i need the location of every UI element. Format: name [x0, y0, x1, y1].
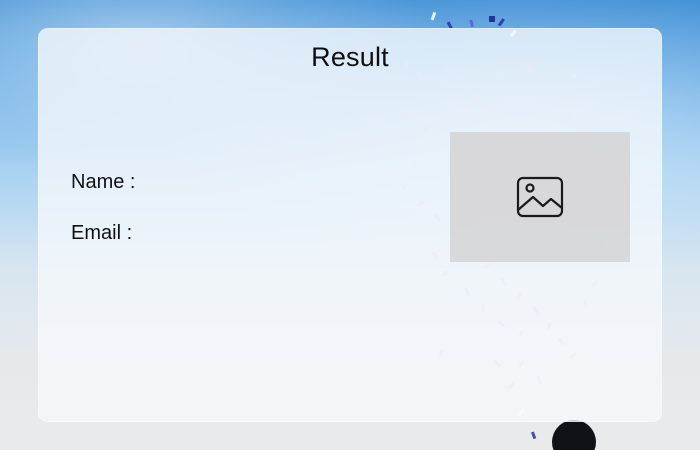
result-card: Result Name : Email : — [38, 28, 662, 422]
name-label: Name : — [71, 171, 136, 193]
page-title: Result — [311, 42, 389, 72]
image-icon — [516, 176, 564, 218]
email-row: Email : — [71, 222, 138, 245]
figure-head-silhouette — [552, 420, 596, 450]
email-label: Email : — [71, 222, 133, 244]
name-row: Name : — [71, 171, 141, 194]
image-placeholder — [450, 132, 630, 262]
